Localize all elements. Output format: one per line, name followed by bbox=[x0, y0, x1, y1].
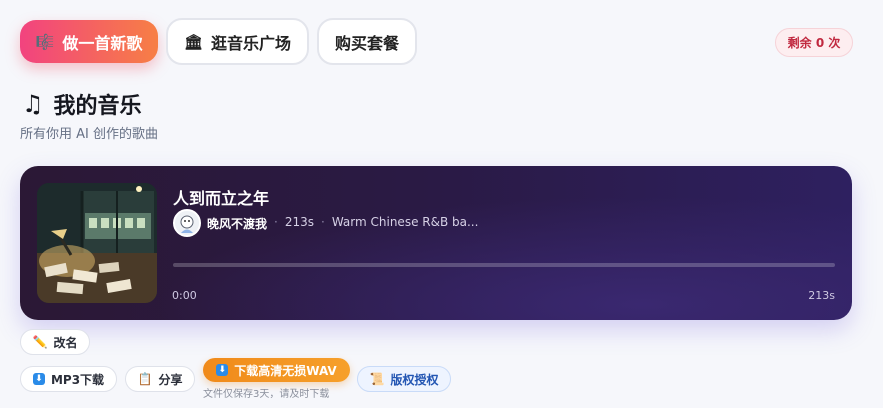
playback-progress-bar[interactable] bbox=[173, 263, 835, 267]
music-plaza-button[interactable]: 🏛 逛音乐广场 bbox=[166, 18, 309, 65]
mp3-download-label: MP3下载 bbox=[50, 372, 105, 387]
rename-label: 改名 bbox=[53, 335, 78, 350]
wav-download-button[interactable]: ⬇ 下载高清无损WAV bbox=[203, 358, 350, 382]
page-header: ♫ 我的音乐 bbox=[22, 88, 142, 120]
song-meta: 晚风不渡我 · 213s · Warm Chinese R&B ba... bbox=[207, 215, 478, 232]
share-button[interactable]: 📋 分享 bbox=[125, 366, 195, 392]
download-icon: ⬇ bbox=[32, 373, 45, 385]
music-score-icon: 🎼 bbox=[35, 32, 55, 51]
song-author[interactable]: 晚风不渡我 bbox=[207, 215, 267, 232]
avatar-image bbox=[175, 211, 199, 235]
song-card[interactable]: 人到而立之年 晚风不渡我 · 213s · Warm Chinese R&B b… bbox=[20, 166, 852, 320]
meta-separator: · bbox=[321, 215, 325, 229]
wav-expiry-note: 文件仅保存3天，请及时下载 bbox=[203, 389, 330, 400]
wav-download-label: 下载高清无损WAV bbox=[234, 363, 337, 378]
total-time: 213s bbox=[808, 289, 835, 302]
buy-plan-label: 购买套餐 bbox=[334, 33, 399, 53]
rename-button[interactable]: ✏️ 改名 bbox=[20, 329, 90, 355]
download-icon: ⬇ bbox=[216, 364, 229, 376]
current-time: 0:00 bbox=[172, 289, 197, 302]
scroll-icon: 📜 bbox=[369, 372, 385, 386]
pencil-icon: ✏️ bbox=[32, 335, 48, 349]
author-avatar bbox=[173, 209, 201, 237]
my-music-page: 🎼 做一首新歌 🏛 逛音乐广场 购买套餐 剩余 0 次 ♫ 我的音乐 所有你用 … bbox=[0, 0, 883, 408]
song-cover-image[interactable] bbox=[37, 183, 157, 303]
create-song-button[interactable]: 🎼 做一首新歌 bbox=[20, 20, 158, 63]
buy-plan-button[interactable]: 购买套餐 bbox=[317, 18, 417, 65]
remaining-quota-badge: 剩余 0 次 bbox=[775, 28, 853, 57]
page-subtitle: 所有你用 AI 创作的歌曲 bbox=[20, 127, 158, 142]
license-button[interactable]: 📜 版权授权 bbox=[357, 366, 451, 392]
create-song-label: 做一首新歌 bbox=[62, 33, 143, 53]
mp3-download-button[interactable]: ⬇ MP3下载 bbox=[20, 366, 117, 392]
meta-separator: · bbox=[274, 215, 278, 229]
music-note-icon: ♫ bbox=[22, 90, 44, 118]
license-label: 版权授权 bbox=[390, 372, 439, 387]
building-icon: 🏛 bbox=[183, 32, 204, 51]
song-duration: 213s bbox=[284, 215, 314, 229]
song-title[interactable]: 人到而立之年 bbox=[173, 185, 269, 209]
music-plaza-label: 逛音乐广场 bbox=[211, 33, 292, 53]
clipboard-icon: 📋 bbox=[137, 372, 153, 386]
song-description: Warm Chinese R&B ba... bbox=[331, 215, 479, 229]
remaining-quota-label: 剩余 0 次 bbox=[787, 36, 841, 50]
share-label: 分享 bbox=[158, 372, 183, 387]
cover-artwork bbox=[37, 183, 157, 303]
page-title: 我的音乐 bbox=[53, 94, 142, 119]
